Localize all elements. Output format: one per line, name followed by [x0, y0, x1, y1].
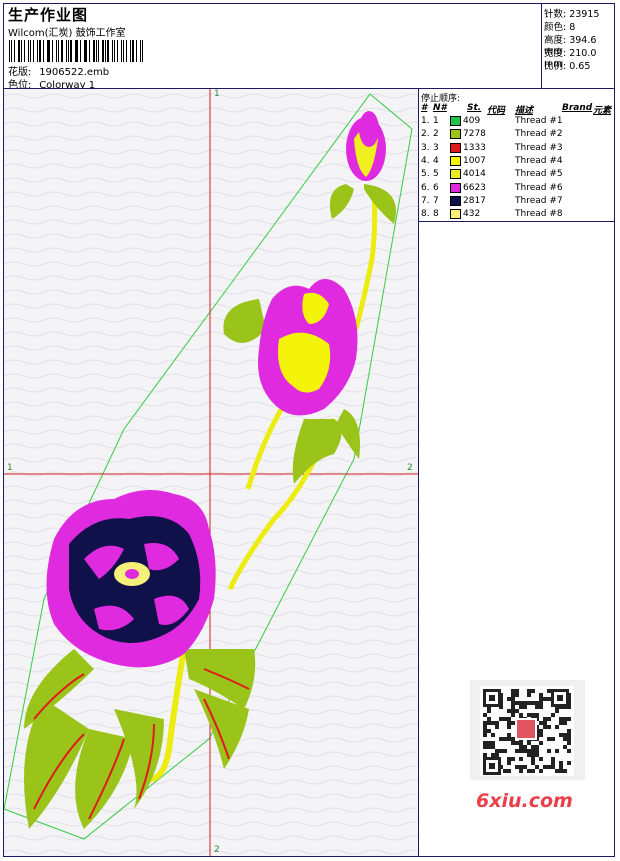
thread-description: Thread #5 — [515, 169, 563, 180]
thread-swatch — [450, 116, 461, 126]
table-row: 1. 1 409 Thread #1 — [419, 116, 614, 129]
row-index: 3. — [421, 142, 430, 153]
row-number: 5 — [433, 169, 439, 180]
stop-sequence-table: 停止顺序: # N# St. 代码 描述 Brand 元素 1. 1 409 Thre… — [419, 89, 614, 222]
design-stats: 针数: 23915 颜色: 8 高度: 394.6 mm 宽度: 210.0 m… — [541, 4, 615, 88]
row-index: 2. — [421, 129, 430, 140]
thread-swatch — [450, 155, 461, 166]
embroidery-drawing — [4, 89, 418, 856]
axis-marker-bottom: 2 — [214, 845, 220, 855]
row-number: 4 — [433, 155, 439, 166]
barcode — [9, 40, 145, 62]
col-code: 代码 — [487, 106, 506, 116]
thread-description: Thread #4 — [515, 155, 563, 166]
row-number: 6 — [433, 182, 439, 193]
thread-swatch — [450, 195, 461, 206]
thread-swatch — [450, 209, 461, 220]
row-index: 8. — [421, 209, 430, 220]
thread-description: Thread #8 — [515, 209, 563, 220]
page-title: 生产作业图 — [8, 6, 89, 24]
col-brand: Brand — [562, 103, 593, 113]
col-desc: 描述 — [515, 106, 534, 116]
color-count: 颜色: 8 — [544, 22, 576, 33]
thread-code: 1007 — [463, 155, 486, 166]
row-index: 4. — [421, 155, 430, 166]
table-row: 2. 2 7278 Thread #2 — [419, 129, 614, 142]
col-st: St. — [467, 103, 482, 113]
thread-swatch — [450, 142, 461, 153]
col-element: 元素 — [593, 106, 612, 116]
header-info: 生产作业图 Wilcom(汇炭) 鼓饰工作室 花版: 1906522.emb 色… — [4, 4, 541, 91]
row-number: 7 — [433, 195, 439, 206]
axis-marker-left: 1 — [7, 463, 13, 473]
thread-code: 6623 — [463, 182, 486, 193]
table-row: 4. 4 1007 Thread #4 — [419, 155, 614, 169]
design-preview: 1 1 2 2 — [4, 89, 419, 856]
thread-swatch — [450, 169, 461, 180]
table-row: 7. 7 2817 Thread #7 — [419, 195, 614, 209]
watermark-logo: 6xiu.com — [476, 790, 573, 812]
stitch-count: 针数: 23915 — [544, 9, 600, 20]
table-row: 6. 6 6623 Thread #6 — [419, 182, 614, 196]
thread-code: 409 — [463, 116, 481, 126]
table-row: 3. 3 1333 Thread #3 — [419, 142, 614, 156]
table-row: 8. 8 432 Thread #8 — [419, 209, 614, 222]
thread-description: Thread #2 — [515, 129, 563, 140]
thread-code: 7278 — [463, 129, 486, 140]
axis-marker-right: 2 — [407, 463, 413, 473]
row-number: 1 — [433, 116, 439, 126]
row-number: 8 — [433, 209, 439, 220]
thread-swatch — [450, 182, 461, 193]
col-n: N# — [433, 103, 447, 113]
row-number: 2 — [433, 129, 439, 140]
thread-description: Thread #1 — [515, 116, 563, 126]
col-hash: # — [421, 103, 428, 113]
row-index: 6. — [421, 182, 430, 193]
thread-swatch — [450, 129, 461, 140]
qr-code — [470, 680, 585, 780]
thread-code: 2817 — [463, 195, 486, 206]
axis-marker-top: 1 — [214, 89, 220, 99]
row-number: 3 — [433, 142, 439, 153]
thread-code: 4014 — [463, 169, 486, 180]
row-index: 5. — [421, 169, 430, 180]
thread-description: Thread #3 — [515, 142, 563, 153]
table-row: 5. 5 4014 Thread #5 — [419, 169, 614, 182]
row-index: 7. — [421, 195, 430, 206]
thread-description: Thread #6 — [515, 182, 563, 193]
design-scale: 比例: 0.65 — [544, 61, 591, 72]
thread-code: 1333 — [463, 142, 486, 153]
thread-description: Thread #7 — [515, 195, 563, 206]
thread-code: 432 — [463, 209, 481, 220]
studio-name: Wilcom(汇炭) 鼓饰工作室 — [8, 28, 126, 39]
row-index: 1. — [421, 116, 430, 126]
